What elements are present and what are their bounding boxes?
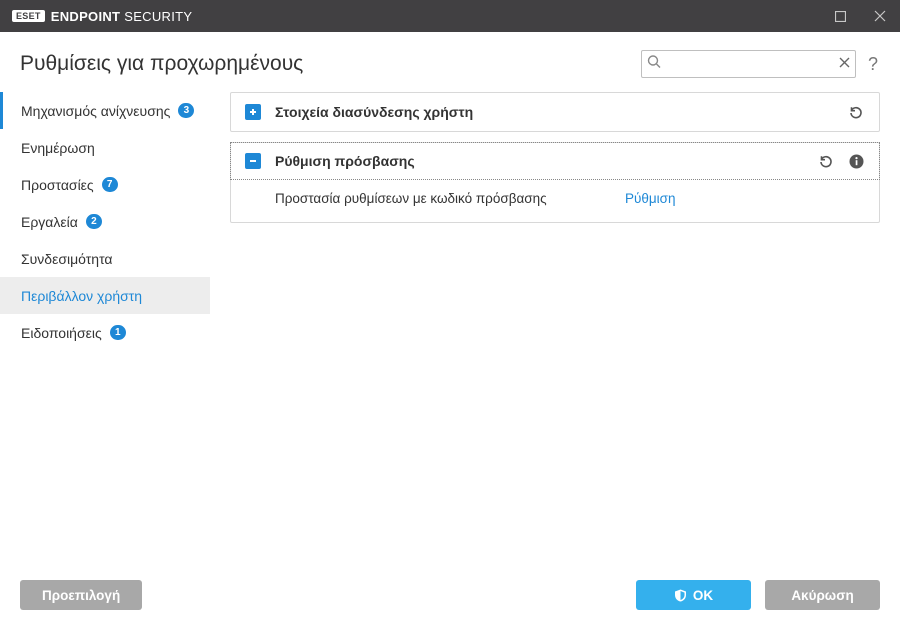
sidebar-item[interactable]: Περιβάλλον χρήστη <box>0 277 210 314</box>
search-input[interactable] <box>641 50 856 78</box>
x-icon <box>839 57 850 68</box>
default-button[interactable]: Προεπιλογή <box>20 580 142 610</box>
sidebar-badge: 1 <box>110 325 126 340</box>
footer-right: OK Ακύρωση <box>636 580 880 610</box>
sidebar: Μηχανισμός ανίχνευσης 3 Ενημέρωση Προστασίε… <box>0 88 210 566</box>
ok-button[interactable]: OK <box>636 580 751 610</box>
panel-title: Στοιχεία διασύνδεσης χρήστη <box>275 104 833 120</box>
close-button[interactable] <box>860 0 900 32</box>
undo-button[interactable] <box>847 103 865 121</box>
info-icon <box>849 154 864 169</box>
sidebar-item[interactable]: Ενημέρωση <box>0 129 210 166</box>
sidebar-item-label: Συνδεσιμότητα <box>21 251 113 267</box>
search-clear-button[interactable] <box>839 55 850 73</box>
sidebar-item-label: Περιβάλλον χρήστη <box>21 288 142 304</box>
panel-actions <box>817 152 865 170</box>
undo-icon <box>818 153 834 169</box>
panel-actions <box>847 103 865 121</box>
search-box <box>641 50 856 78</box>
sidebar-item[interactable]: Ειδοποιήσεις 1 <box>0 314 210 351</box>
header-tools: ? <box>641 50 880 78</box>
sidebar-item[interactable]: Μηχανισμός ανίχνευσης 3 <box>0 92 210 129</box>
sidebar-item[interactable]: Εργαλεία 2 <box>0 203 210 240</box>
brand: ESET ENDPOINT SECURITY <box>12 9 192 24</box>
sidebar-item[interactable]: Συνδεσιμότητα <box>0 240 210 277</box>
sidebar-badge: 7 <box>102 177 118 192</box>
brand-badge: ESET <box>12 10 45 22</box>
shield-icon <box>674 589 687 602</box>
page-title: Ρυθμίσεις για προχωρημένους <box>20 52 303 76</box>
panel-header[interactable]: Στοιχεία διασύνδεσης χρήστη <box>231 93 879 131</box>
help-button[interactable]: ? <box>866 54 880 75</box>
sidebar-item[interactable]: Προστασίες 7 <box>0 166 210 203</box>
sidebar-badge: 3 <box>178 103 194 118</box>
setting-label: Προστασία ρυθμίσεων με κωδικό πρόσβασης <box>275 191 625 206</box>
maximize-button[interactable] <box>820 0 860 32</box>
close-icon <box>874 10 886 22</box>
panel-body: Προστασία ρυθμίσεων με κωδικό πρόσβασηςΡ… <box>231 179 879 222</box>
collapse-icon <box>245 153 261 169</box>
sidebar-badge: 2 <box>86 214 102 229</box>
titlebar: ESET ENDPOINT SECURITY <box>0 0 900 32</box>
undo-button[interactable] <box>817 152 835 170</box>
sidebar-item-label: Εργαλεία <box>21 214 78 230</box>
cancel-button[interactable]: Ακύρωση <box>765 580 880 610</box>
panel: Ρύθμιση πρόσβασης Προστασία ρυθμίσεων με … <box>230 142 880 223</box>
sidebar-item-label: Ειδοποιήσεις <box>21 325 102 341</box>
panel-title: Ρύθμιση πρόσβασης <box>275 153 803 169</box>
footer: Προεπιλογή OK Ακύρωση <box>0 570 900 620</box>
header: Ρυθμίσεις για προχωρημένους ? <box>0 32 900 88</box>
window-controls <box>820 0 900 32</box>
content: Στοιχεία διασύνδεσης χρήστη Ρύθμιση πρόσβ… <box>210 88 900 566</box>
info-button[interactable] <box>847 152 865 170</box>
sidebar-item-label: Προστασίες <box>21 177 94 193</box>
panel: Στοιχεία διασύνδεσης χρήστη <box>230 92 880 132</box>
undo-icon <box>848 104 864 120</box>
expand-icon <box>245 104 261 120</box>
sidebar-item-label: Μηχανισμός ανίχνευσης <box>21 103 170 119</box>
sidebar-item-label: Ενημέρωση <box>21 140 95 156</box>
main: Μηχανισμός ανίχνευσης 3 Ενημέρωση Προστασίε… <box>0 88 900 566</box>
setting-link[interactable]: Ρύθμιση <box>625 191 676 206</box>
panel-header[interactable]: Ρύθμιση πρόσβασης <box>230 142 880 180</box>
brand-text: ENDPOINT SECURITY <box>51 9 193 24</box>
maximize-icon <box>835 11 846 22</box>
